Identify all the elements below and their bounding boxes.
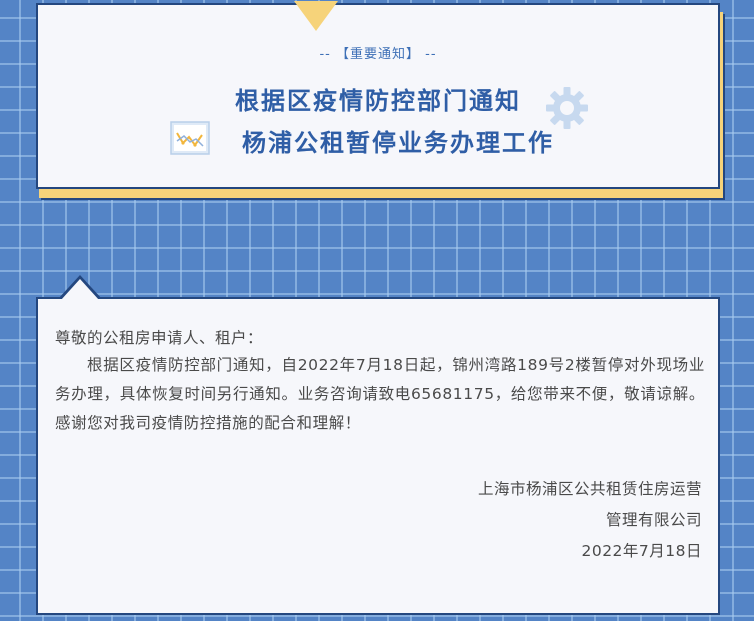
page-title-line-1: 根据区疫情防控部门通知 xyxy=(235,87,521,115)
header-tab-decoration xyxy=(294,1,338,31)
greeting: 尊敬的公租房申请人、租户： xyxy=(55,329,264,347)
page-title-line-2: 杨浦公租暂停业务办理工作 xyxy=(242,129,554,157)
signature-org-line-1: 上海市杨浦区公共租赁住房运营 xyxy=(477,480,702,498)
header-card: -- 【重要通知】 -- 根据区疫情防控部门通知 杨浦公租暂停业务办理工作 xyxy=(36,1,720,189)
card-pointer-inner-decoration xyxy=(61,279,99,300)
notice-tag: -- 【重要通知】 -- xyxy=(319,47,437,62)
notice-paragraph: 根据区疫情防控部门通知，自2022年7月18日起，锦州湾路189号2楼暂停对外现… xyxy=(55,356,705,432)
line-chart-icon xyxy=(170,121,210,155)
signature-date: 2022年7月18日 xyxy=(581,542,702,560)
gear-icon xyxy=(546,87,588,129)
signature-org-line-2: 管理有限公司 xyxy=(605,511,702,529)
notice-body-card: 尊敬的公租房申请人、租户： 根据区疫情防控部门通知，自2022年7月18日起，锦… xyxy=(36,275,720,615)
